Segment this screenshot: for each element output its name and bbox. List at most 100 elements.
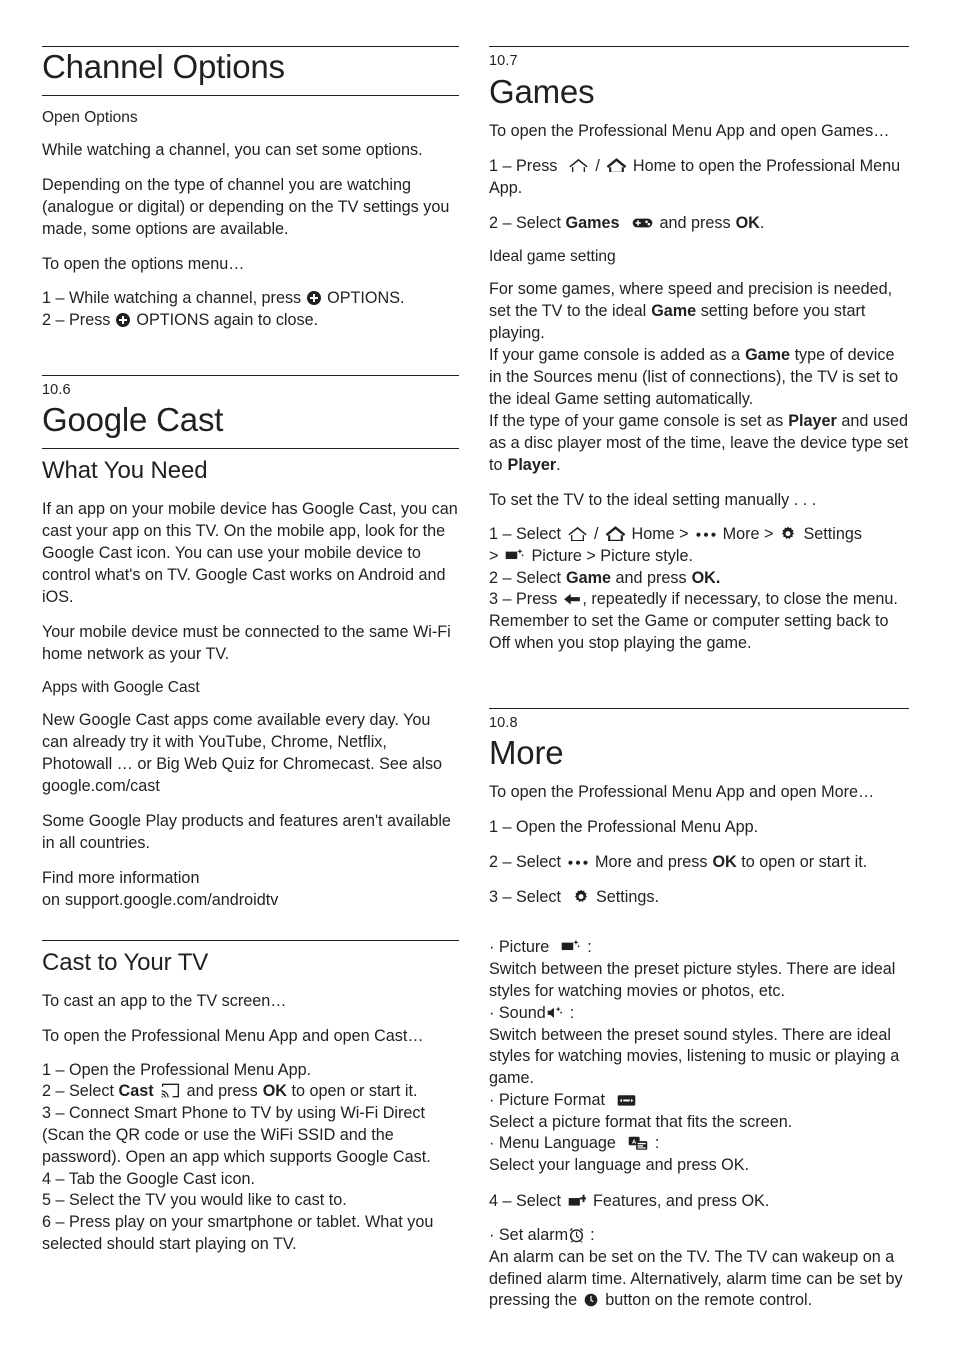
manual-step-1-separator: /: [594, 525, 599, 544]
ideal-p3-d: Player: [507, 456, 557, 475]
alarm-colon: :: [590, 1226, 595, 1245]
more-step-4-suffix: Features, and press OK.: [593, 1192, 770, 1211]
divider-under-channel-options: [42, 94, 459, 96]
heading-what-you-need: What You Need: [42, 457, 208, 485]
games-intro: To open the Professional Menu App and op…: [489, 121, 890, 140]
more-bullet-list: · Picture: Switch between the preset pic…: [489, 937, 909, 1177]
ideal-para-3: If the type of your game console is set …: [489, 410, 909, 476]
manual-step-3-a: 3 – Press: [489, 590, 558, 609]
bullet-language-colon: :: [654, 1134, 660, 1153]
divider-above-more: [489, 707, 909, 709]
home-icon-thin: [567, 525, 588, 541]
alarm-bullet: · Set alarm: An alarm can be set on the …: [489, 1225, 909, 1312]
divider-top-right: [489, 46, 909, 47]
page-title-channel-options: Channel Options: [42, 48, 285, 85]
bullet-sound-colon: :: [569, 1003, 575, 1022]
more-intro: To open the Professional Menu App and op…: [489, 783, 875, 802]
ideal-p2-a: If your game console is added as a: [489, 345, 741, 364]
channel-options-para-2: Depending on the type of channel you are…: [42, 176, 450, 239]
cast-step-6: 6 – Press play on your smartphone or tab…: [42, 1213, 434, 1253]
channel-options-para-1: While watching a channel, you can set so…: [42, 141, 423, 160]
home-icon-thick: [606, 157, 627, 173]
manual-setting-intro: To set the TV to the ideal setting manua…: [489, 491, 817, 510]
cast-to-tv-para-2: To open the Professional Menu App and op…: [42, 1026, 424, 1045]
ideal-p2-b: Game: [745, 345, 791, 364]
step-1-text: 1 – While watching a channel, press: [42, 289, 302, 308]
ideal-para-2: If your game console is added as a Game t…: [489, 344, 909, 410]
manual-step-1-settings: Settings: [803, 525, 862, 544]
cast-step-2-ok: OK: [262, 1082, 287, 1101]
ideal-p1-b: Game: [651, 301, 697, 320]
subheading-apps-with-google-cast: Apps with Google Cast: [42, 678, 200, 696]
picture-icon: [561, 939, 581, 954]
bullet-picture-label: · Picture: [489, 938, 550, 957]
cast-step-2-prefix: 2 – Select: [42, 1082, 114, 1101]
ideal-para-1: For some games, where speed and precisio…: [489, 278, 909, 344]
what-you-need-para-1: If an app on your mobile device has Goog…: [42, 499, 458, 606]
games-step-1-separator: /: [595, 156, 600, 175]
picture-icon: [505, 548, 525, 563]
more-step-2-suffix: to open or start it.: [741, 853, 868, 872]
section-number-10-8: 10.8: [489, 714, 518, 731]
bullet-language-desc: Select your language and press OK.: [489, 1156, 750, 1175]
google-cast-icon: [161, 1083, 180, 1098]
cast-step-1: 1 – Open the Professional Menu App.: [42, 1060, 312, 1079]
bullet-format-label: · Picture Format: [489, 1090, 606, 1109]
manual-step-2-bold: Game: [566, 568, 611, 587]
manual-step-2-a: 2 – Select: [489, 568, 561, 587]
manual-step-1-d: Picture > Picture style.: [531, 546, 693, 565]
settings-gear-icon: [573, 889, 589, 905]
more-step-4-prefix: 4 – Select: [489, 1192, 561, 1211]
section-number-10-7: 10.7: [489, 53, 518, 69]
games-step-1-prefix: 1 – Press: [489, 156, 558, 175]
more-step-3: 3 – Select Settings.: [489, 886, 909, 908]
cast-step-4: 4 – Tab the Google Cast icon.: [42, 1169, 255, 1188]
picture-format-icon: [617, 1094, 636, 1107]
bullet-language-label: · Menu Language: [489, 1134, 616, 1153]
more-dots-icon: [696, 532, 716, 538]
ideal-p3-b: Player: [788, 411, 837, 430]
find-more-information: Find more information on support.google.c…: [42, 867, 459, 911]
more-step-1: 1 – Open the Professional Menu App.: [489, 818, 759, 837]
apps-with-cast-para-2: Some Google Play products and features a…: [42, 812, 451, 853]
more-step-3-suffix: Settings.: [596, 888, 659, 907]
options-icon: [307, 291, 322, 306]
games-step-2-bold: Games: [565, 213, 620, 232]
ideal-p3-e: .: [556, 456, 561, 475]
manual-step-1-a: 1 – Select: [489, 525, 561, 544]
cast-step-2-suffix: to open or start it.: [291, 1082, 418, 1101]
games-step-2-ok: OK: [735, 213, 760, 232]
alarm-clock-icon: [569, 1227, 584, 1243]
divider-above-google-cast: [42, 374, 459, 376]
page-title-games: Games: [489, 72, 595, 110]
manual-page: Channel Options Open Options While watch…: [0, 0, 954, 1350]
back-arrow-icon: [563, 592, 581, 606]
what-you-need-para-2: Your mobile device must be connected to …: [42, 622, 451, 663]
more-step-2: 2 – Select More and press OK to open or st…: [489, 851, 909, 873]
home-icon-thin: [568, 157, 589, 173]
section-number-10-6: 10.6: [42, 381, 71, 398]
channel-options-steps: 1 – While watching a channel, press OPTIO…: [42, 288, 459, 332]
options-icon: [116, 313, 131, 328]
gamepad-icon: [632, 216, 653, 230]
home-icon-thick: [605, 525, 626, 541]
step-2-suffix: OPTIONS again to close.: [136, 311, 319, 330]
support-link[interactable]: support.google.com/androidtv: [65, 891, 278, 909]
more-step-2-mid: More and press: [595, 853, 708, 872]
more-step-4: 4 – Select Features, and press OK.: [489, 1190, 909, 1212]
manual-step-2-b: and press: [615, 568, 687, 587]
subheading-ideal-game-setting: Ideal game setting: [489, 247, 616, 265]
cast-step-2-bold: Cast: [118, 1082, 154, 1101]
manual-step-1-b: Home >: [631, 525, 689, 544]
heading-cast-to-your-tv: Cast to Your TV: [42, 949, 209, 977]
page-title-google-cast: Google Cast: [42, 401, 224, 439]
bullet-format-desc: Select a picture format that fits the sc…: [489, 1112, 793, 1131]
features-icon: [568, 1194, 586, 1208]
apps-with-cast-para-1: New Google Cast apps come available ever…: [42, 711, 443, 796]
step-1-suffix: OPTIONS.: [327, 289, 405, 308]
cast-to-tv-para-1: To cast an app to the TV screen…: [42, 991, 287, 1010]
games-step-2-mid: and press: [659, 213, 731, 232]
cast-to-tv-steps: 1 – Open the Professional Menu App. 2 – …: [42, 1060, 459, 1256]
divider-above-cast-to-your-tv: [42, 940, 459, 942]
more-step-2-ok: OK: [712, 853, 737, 872]
